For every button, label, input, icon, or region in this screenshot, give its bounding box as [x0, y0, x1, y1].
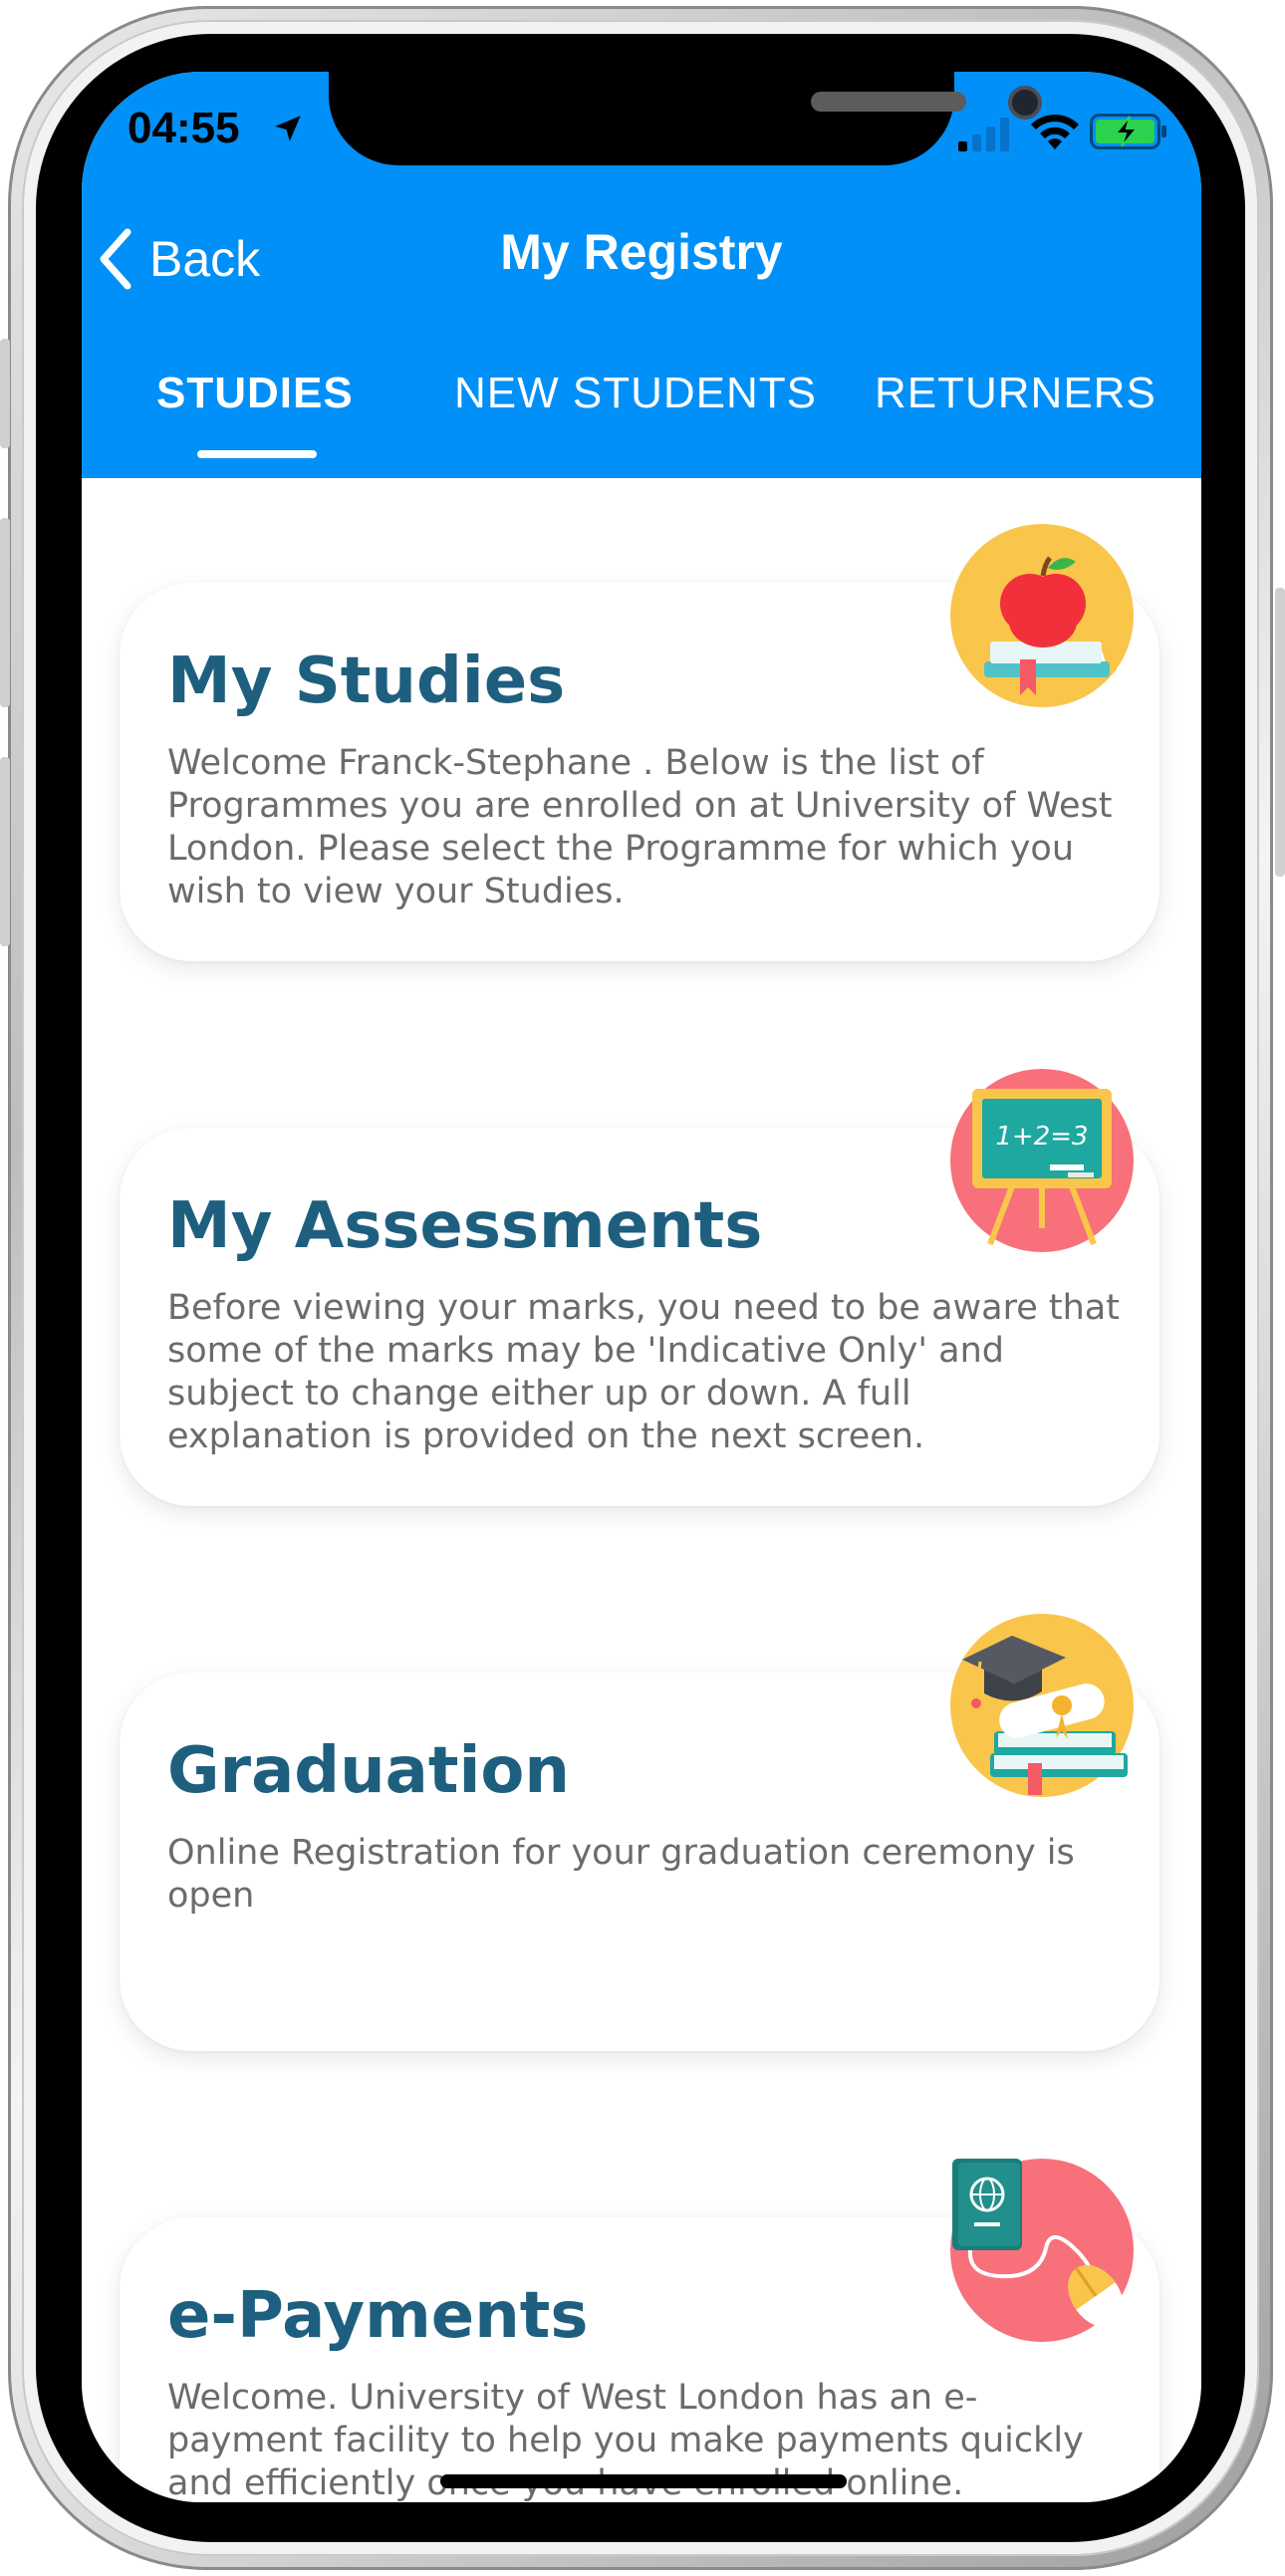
volume-up-button — [0, 518, 10, 707]
card-title: e-Payments — [167, 2279, 589, 2353]
status-time: 04:55 — [128, 104, 240, 152]
page-title: My Registry — [500, 224, 783, 280]
home-indicator[interactable] — [440, 2474, 847, 2488]
card-title: Graduation — [167, 1734, 570, 1808]
app-header: 04:55 Back My Registry STUDIES NEW STUDE… — [82, 72, 1201, 478]
cellular-signal-icon — [958, 118, 1009, 151]
back-label: Back — [149, 231, 261, 287]
location-arrow-icon — [275, 116, 301, 141]
graduation-cap-books-icon — [950, 1614, 1134, 1797]
tab-returners[interactable]: RETURNERS — [875, 369, 1156, 418]
card-title: My Assessments — [167, 1189, 763, 1263]
battery-charging-icon — [1090, 114, 1166, 149]
apple-books-icon — [950, 524, 1134, 707]
volume-down-button — [0, 757, 10, 946]
chevron-left-icon — [100, 228, 131, 290]
chalkboard-icon: 1+2=3 — [950, 1069, 1134, 1252]
tab-bar: STUDIES NEW STUDENTS RETURNERS — [82, 369, 1201, 478]
speaker-grille — [811, 92, 966, 112]
card-description: Online Registration for your graduation … — [167, 1833, 1075, 1916]
tab-studies[interactable]: STUDIES — [156, 369, 354, 418]
card-description: Welcome Franck-Stephane . Below is the l… — [167, 743, 1113, 911]
card-title: My Studies — [167, 644, 566, 718]
card-description: Before viewing your marks, you need to b… — [167, 1288, 1120, 1456]
notch — [329, 72, 1042, 165]
chalkboard-text: 1+2=3 — [995, 1122, 1088, 1152]
active-tab-indicator — [197, 450, 317, 458]
back-button[interactable]: Back — [96, 219, 285, 299]
side-button — [0, 339, 10, 448]
power-button — [1275, 588, 1285, 877]
passport-mouse-icon — [950, 2159, 1134, 2342]
wifi-icon — [1031, 115, 1079, 149]
app-screen: 04:55 Back My Registry STUDIES NEW STUDE… — [82, 72, 1201, 2502]
tab-new-students[interactable]: NEW STUDENTS — [454, 369, 817, 418]
